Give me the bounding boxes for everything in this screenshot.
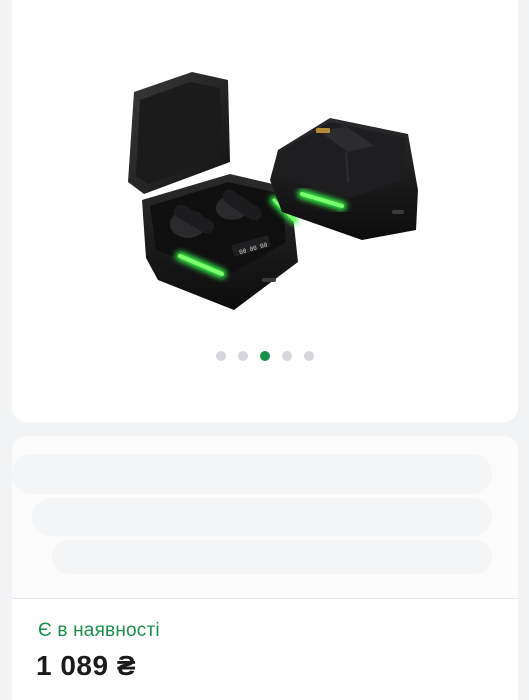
gallery-dot-4[interactable]	[282, 351, 292, 361]
gallery-dot-3-active[interactable]	[260, 351, 270, 361]
product-gallery[interactable]: 00 00 00	[12, 0, 518, 422]
gallery-dot-5[interactable]	[304, 351, 314, 361]
availability-status: Є в наявності	[38, 620, 160, 641]
divider	[12, 598, 518, 599]
gallery-pagination	[12, 350, 518, 362]
redacted-title-area	[12, 436, 518, 598]
gallery-dot-2[interactable]	[238, 351, 248, 361]
product-info-card: Є в наявності 1 089 ₴	[12, 436, 518, 700]
product-price: 1 089 ₴	[36, 650, 137, 681]
product-image[interactable]: 00 00 00	[110, 62, 430, 322]
gallery-dot-1[interactable]	[216, 351, 226, 361]
